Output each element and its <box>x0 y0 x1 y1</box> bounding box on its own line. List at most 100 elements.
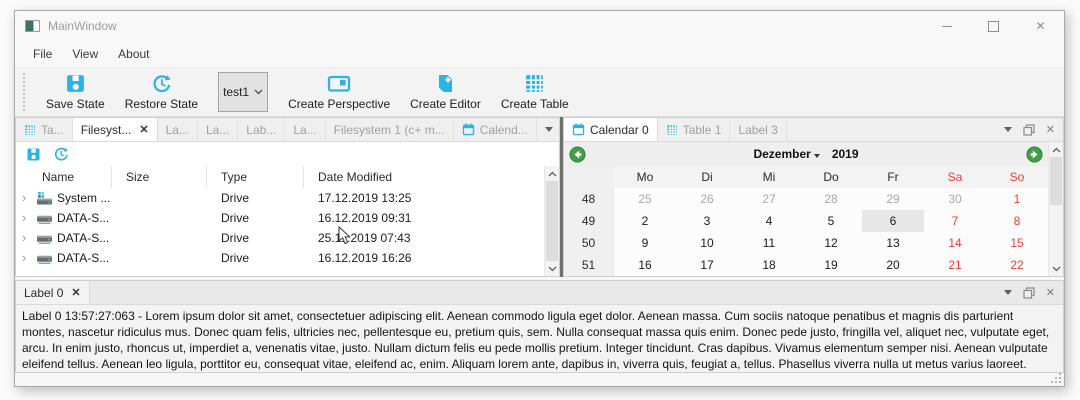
minimize-button[interactable] <box>923 11 970 41</box>
tab-table-0[interactable]: Ta... <box>16 118 73 141</box>
file-type: Drive <box>207 231 304 245</box>
tab-label-3[interactable]: Lab... <box>238 118 285 141</box>
menu-file[interactable]: File <box>23 43 62 65</box>
float-dock-icon[interactable] <box>1023 124 1035 136</box>
column-header-size[interactable]: Size <box>112 166 207 188</box>
calendar-day[interactable]: 17 <box>676 254 738 276</box>
calendar-day[interactable]: 10 <box>676 232 738 254</box>
calendar-day-selected[interactable]: 6 <box>862 210 924 232</box>
next-month-icon[interactable] <box>1026 146 1043 163</box>
menu-about[interactable]: About <box>108 43 159 65</box>
scrollbar-track[interactable] <box>1049 157 1063 261</box>
calendar-day[interactable]: 3 <box>676 210 738 232</box>
tab-label-4[interactable]: La... <box>285 118 325 141</box>
create-table-button[interactable]: Create Table <box>491 70 579 114</box>
calendar-day[interactable]: 27 <box>738 188 800 210</box>
maximize-button[interactable] <box>970 11 1017 41</box>
calendar-day[interactable]: 18 <box>738 254 800 276</box>
calendar-day[interactable]: 25 <box>614 188 676 210</box>
tab-list-dropdown-icon[interactable] <box>1004 127 1012 132</box>
calendar-vertical-scrollbar[interactable] <box>1048 142 1063 276</box>
close-button[interactable]: ✕ <box>1017 11 1064 41</box>
calendar-day[interactable]: 15 <box>986 232 1048 254</box>
calendar-day[interactable]: 7 <box>924 210 986 232</box>
column-header-name[interactable]: Name <box>16 166 112 188</box>
column-header-type[interactable]: Type <box>207 166 304 188</box>
expand-chevron-icon[interactable]: › <box>22 253 32 263</box>
table-row[interactable]: › DATA-S... Drive 16.12.2019 09:31 <box>16 208 544 228</box>
month-button[interactable]: Dezember <box>753 147 819 161</box>
expand-chevron-icon[interactable]: › <box>22 193 32 203</box>
resize-grip[interactable] <box>1051 373 1062 384</box>
scroll-up-icon[interactable] <box>1049 142 1063 157</box>
tree-vertical-scrollbar[interactable] <box>544 166 559 276</box>
tab-calendar[interactable]: Calend... <box>454 118 537 141</box>
left-dock-panel: Ta... Filesyst... ✕ La... La... Lab... L… <box>15 117 560 277</box>
restore-state-button[interactable]: Restore State <box>115 70 208 114</box>
calendar-day[interactable]: 22 <box>986 254 1048 276</box>
close-dock-icon[interactable]: ✕ <box>1046 286 1055 299</box>
calendar-day[interactable]: 20 <box>862 254 924 276</box>
calendar-day[interactable]: 4 <box>738 210 800 232</box>
calendar-day[interactable]: 14 <box>924 232 986 254</box>
calendar-day[interactable]: 26 <box>676 188 738 210</box>
scroll-up-icon[interactable] <box>545 166 559 181</box>
file-type: Drive <box>207 251 304 265</box>
bottom-dock-controls: ✕ <box>996 281 1063 304</box>
perspective-combobox[interactable]: test1 <box>218 72 268 112</box>
expand-chevron-icon[interactable]: › <box>22 213 32 223</box>
table-row[interactable]: › DATA-S... Drive 25.11.2019 07:43 <box>16 228 544 248</box>
scroll-down-icon[interactable] <box>1049 261 1063 276</box>
calendar-day[interactable]: 29 <box>862 188 924 210</box>
column-header-date[interactable]: Date Modified <box>304 166 544 188</box>
tab-label-3[interactable]: Label 3 <box>730 118 786 141</box>
calendar-day[interactable]: 19 <box>800 254 862 276</box>
scroll-down-icon[interactable] <box>545 261 559 276</box>
calendar-day[interactable]: 8 <box>986 210 1048 232</box>
tab-label: Filesyst... <box>81 123 132 137</box>
tab-list-dropdown-icon[interactable] <box>545 127 553 132</box>
close-dock-icon[interactable]: ✕ <box>1046 123 1055 136</box>
calendar-day[interactable]: 28 <box>800 188 862 210</box>
save-icon[interactable] <box>26 147 41 162</box>
scrollbar-thumb[interactable] <box>1050 157 1062 205</box>
filesystem-toolbar <box>16 142 559 166</box>
calendar-day[interactable]: 1 <box>986 188 1048 210</box>
tab-label: Label 3 <box>738 123 777 137</box>
save-state-button[interactable]: Save State <box>36 70 115 114</box>
create-perspective-button[interactable]: Create Perspective <box>278 70 400 114</box>
float-dock-icon[interactable] <box>1023 287 1035 299</box>
calendar-day[interactable]: 2 <box>614 210 676 232</box>
calendar-day[interactable]: 11 <box>738 232 800 254</box>
tab-label-1[interactable]: La... <box>158 118 198 141</box>
tab-table-1[interactable]: Table 1 <box>658 118 731 141</box>
tab-close-icon[interactable]: ✕ <box>71 286 80 299</box>
create-editor-button[interactable]: Create Editor <box>400 70 491 114</box>
calendar-day[interactable]: 9 <box>614 232 676 254</box>
scrollbar-track[interactable] <box>545 181 559 261</box>
table-row[interactable]: › System ... Drive 17 <box>16 188 544 208</box>
calendar-day[interactable]: 16 <box>614 254 676 276</box>
calendar-day[interactable]: 21 <box>924 254 986 276</box>
tab-label: Table 1 <box>683 123 722 137</box>
tab-label-0-active[interactable]: Label 0 ✕ <box>16 281 90 304</box>
create-editor-label: Create Editor <box>410 97 481 111</box>
prev-month-icon[interactable] <box>569 146 586 163</box>
calendar-day[interactable]: 30 <box>924 188 986 210</box>
tab-filesystem-1[interactable]: Filesystem 1 (c+ m... <box>326 118 454 141</box>
tab-calendar-0-active[interactable]: Calendar 0 <box>564 118 658 141</box>
year-button[interactable]: 2019 <box>832 147 859 161</box>
calendar-day[interactable]: 5 <box>800 210 862 232</box>
calendar-day[interactable]: 13 <box>862 232 924 254</box>
table-row[interactable]: › DATA-S... Drive 16.12.2019 16:26 <box>16 248 544 268</box>
expand-chevron-icon[interactable]: › <box>22 233 32 243</box>
restore-icon[interactable] <box>53 146 69 162</box>
tab-list-dropdown-icon[interactable] <box>1004 290 1012 295</box>
scrollbar-thumb[interactable] <box>546 181 558 261</box>
tab-filesystem-active[interactable]: Filesyst... ✕ <box>73 118 158 141</box>
menu-view[interactable]: View <box>62 43 108 65</box>
tab-label-2[interactable]: La... <box>198 118 238 141</box>
calendar-day[interactable]: 12 <box>800 232 862 254</box>
tab-close-icon[interactable]: ✕ <box>139 123 148 136</box>
toolbar-drag-handle[interactable] <box>23 73 28 111</box>
